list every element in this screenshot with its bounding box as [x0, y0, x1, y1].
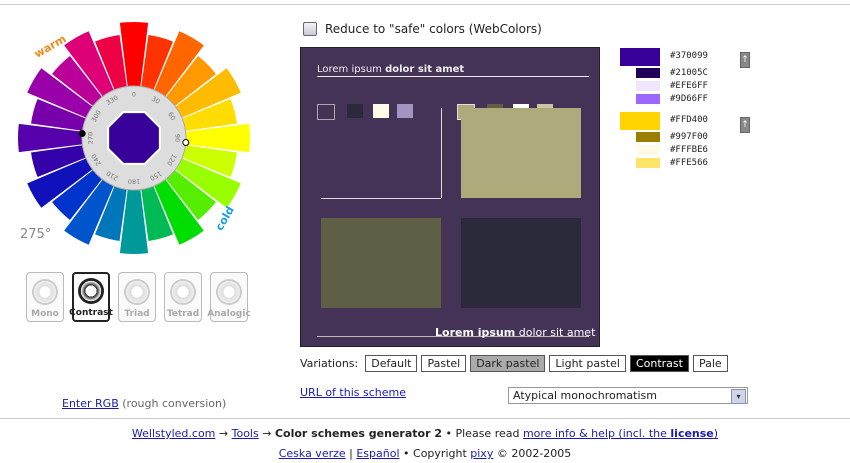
enter-rgb-row: Enter RGB (rough conversion) — [62, 397, 226, 410]
mode-analogic-button[interactable]: Analogic — [207, 272, 251, 322]
rough-conversion-note: (rough conversion) — [118, 397, 227, 410]
contrast-icon — [78, 278, 104, 304]
palette-swatch-primary[interactable] — [620, 48, 660, 66]
chevron-down-icon[interactable]: ▾ — [731, 389, 746, 404]
palette-swatch-complement[interactable] — [620, 112, 660, 130]
select-value: Atypical monochromatism — [513, 389, 657, 402]
scheme-url-link[interactable]: URL of this scheme — [300, 386, 406, 399]
mode-label: Mono — [31, 309, 59, 319]
analogic-icon — [216, 279, 242, 305]
safe-colors-label: Reduce to "safe" colors (WebColors) — [325, 22, 542, 36]
variation-light-pastel-button[interactable]: Light pastel — [549, 355, 626, 372]
mode-label: Analogic — [207, 309, 251, 319]
preview-title: Lorem ipsum dolor sit amet — [317, 64, 465, 75]
help-link[interactable]: more info & help (incl. the license) — [523, 427, 718, 440]
dial-marker[interactable] — [78, 129, 86, 137]
angle-readout: 275° — [20, 227, 52, 242]
palette-swatch[interactable] — [636, 81, 660, 91]
dial-tick-label: 0 — [132, 91, 136, 99]
preview-footer-text: Lorem ipsum dolor sit amet — [435, 326, 596, 339]
preview-swatch — [397, 104, 413, 118]
mode-tetrad-button[interactable]: Tetrad — [164, 272, 202, 322]
mono-icon — [32, 279, 58, 305]
preview-block — [461, 108, 581, 198]
mode-contrast-button[interactable]: Contrast — [69, 272, 113, 322]
czech-version-link[interactable]: Ceska verze — [279, 447, 346, 460]
palette-swatch[interactable] — [636, 158, 660, 168]
preview-swatch — [347, 104, 363, 118]
variations-label: Variations: — [300, 357, 359, 370]
mode-mono-button[interactable]: Mono — [26, 272, 64, 322]
dial-tick-label: 270 — [87, 132, 95, 144]
palette-swatch[interactable] — [636, 145, 660, 155]
palette-hex: #FFE566 — [670, 158, 708, 168]
top-border — [0, 0, 850, 5]
selected-color-octagon — [107, 111, 161, 165]
site-link[interactable]: Wellstyled.com — [132, 427, 215, 440]
palette-hex: #21005C — [670, 68, 708, 78]
safe-colors-checkbox[interactable] — [303, 22, 317, 36]
arrow-up-icon[interactable]: ↑ — [740, 52, 750, 68]
vision-simulation-select[interactable]: Atypical monochromatism ▾ — [508, 387, 748, 404]
variation-default-button[interactable]: Default — [365, 355, 418, 372]
enter-rgb-link[interactable]: Enter RGB — [62, 397, 119, 410]
variation-pastel-button[interactable]: Pastel — [421, 355, 467, 372]
safe-colors-option[interactable]: Reduce to "safe" colors (WebColors) — [303, 22, 542, 36]
mode-label: Contrast — [69, 308, 113, 318]
preview-divider — [317, 76, 589, 77]
palette-hex: #370099 — [670, 51, 708, 61]
tetrad-icon — [170, 279, 196, 305]
tools-link[interactable]: Tools — [232, 427, 259, 440]
pixy-link[interactable]: pixy — [470, 447, 493, 460]
preview-block — [321, 218, 441, 308]
dial-marker[interactable] — [182, 139, 190, 147]
mode-label: Triad — [124, 309, 150, 319]
palette-swatch[interactable] — [636, 68, 660, 78]
palette-hex: #9D66FF — [670, 94, 708, 104]
footer-breadcrumb: Wellstyled.com → Tools → Color schemes g… — [131, 427, 719, 440]
variations-bar: Variations: Default Pastel Dark pastel L… — [300, 355, 728, 372]
palette-swatch[interactable] — [636, 132, 660, 142]
mode-label: Tetrad — [166, 309, 200, 319]
variation-contrast-button[interactable]: Contrast — [629, 355, 689, 372]
palette-swatch[interactable] — [636, 94, 660, 104]
variation-dark-pastel-button[interactable]: Dark pastel — [470, 355, 546, 372]
dial-tick-label: 180 — [128, 178, 140, 186]
dial-tick-label: 90 — [174, 134, 182, 142]
preview-block — [461, 218, 581, 308]
scheme-mode-buttons: Mono Contrast Triad Tetrad Analogic — [26, 272, 251, 322]
preview-divider — [321, 198, 441, 199]
palette-hex: #EFE6FF — [670, 81, 708, 91]
arrow-up-icon[interactable]: ↑ — [740, 117, 750, 133]
scheme-preview: Lorem ipsum dolor sit amet Lorem ipsum d… — [300, 47, 600, 347]
mode-triad-button[interactable]: Triad — [118, 272, 156, 322]
palette-hex: #FFD400 — [670, 115, 708, 125]
palette-hex: #FFFBE6 — [670, 145, 708, 155]
footer-copyright: Ceska verze | Español • Copyright pixy ©… — [278, 447, 572, 460]
spanish-version-link[interactable]: Español — [356, 447, 399, 460]
triad-icon — [124, 279, 150, 305]
preview-swatch — [317, 104, 335, 120]
footer-divider — [0, 418, 850, 419]
palette-hex: #997F00 — [670, 132, 708, 142]
variation-pale-button[interactable]: Pale — [692, 355, 728, 372]
preview-swatch — [373, 104, 389, 118]
preview-divider — [441, 108, 442, 198]
page-title: Color schemes generator 2 — [274, 427, 443, 440]
